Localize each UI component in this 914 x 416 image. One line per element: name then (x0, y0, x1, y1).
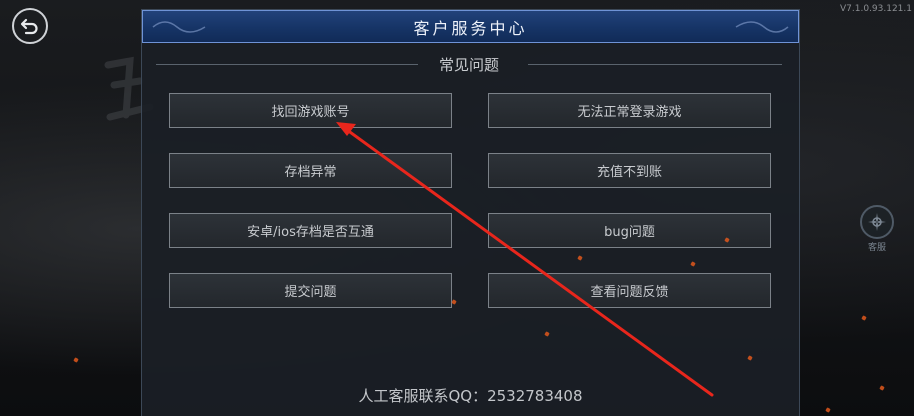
version-label: V7.1.0.93.121.1 (840, 4, 912, 14)
back-button[interactable] (12, 8, 48, 44)
ember-particle (861, 315, 867, 321)
ember-particle (879, 385, 885, 391)
title-ornament-left-icon (152, 21, 206, 33)
customer-service-label: 客服 (867, 243, 886, 253)
compass-badge-icon (860, 205, 894, 239)
dialog-title-bar: 客户服务中心 (142, 10, 799, 43)
faq-section-header: 常见问题 (156, 54, 782, 76)
title-ornament-right-icon (735, 21, 789, 33)
submit-issue-button[interactable]: 提交问题 (169, 273, 452, 308)
customer-service-dialog: 客户服务中心 常见问题 找回游戏账号 无法正常登录游戏 存档异常 充值不到账 安… (141, 9, 800, 416)
customer-service-button[interactable]: 客服 (852, 205, 902, 255)
dialog-title: 客户服务中心 (413, 18, 528, 38)
back-arrow-icon (20, 18, 38, 35)
ember-particle (825, 407, 831, 413)
section-divider-right (528, 64, 782, 65)
save-data-issue-button[interactable]: 存档异常 (169, 153, 452, 188)
view-feedback-button[interactable]: 查看问题反馈 (488, 273, 771, 308)
ember-particle (73, 357, 79, 363)
cross-platform-save-button[interactable]: 安卓/ios存档是否互通 (169, 213, 452, 248)
recover-account-button[interactable]: 找回游戏账号 (169, 93, 452, 128)
cannot-login-button[interactable]: 无法正常登录游戏 (488, 93, 771, 128)
recharge-missing-button[interactable]: 充值不到账 (488, 153, 771, 188)
contact-qq-text: 人工客服联系QQ：2532783408 (358, 387, 583, 405)
bug-issue-button[interactable]: bug问题 (488, 213, 771, 248)
